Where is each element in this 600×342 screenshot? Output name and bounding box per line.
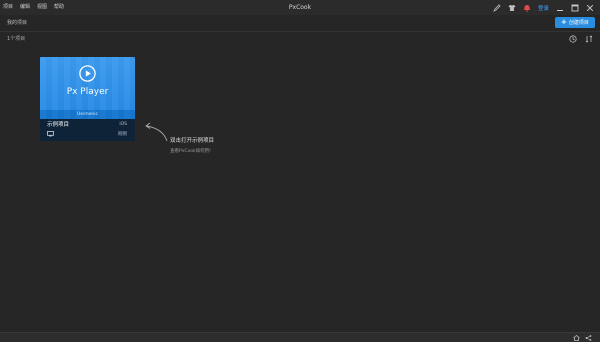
play-icon	[79, 65, 96, 82]
clock-icon[interactable]	[569, 35, 577, 43]
plus-icon: +	[561, 18, 567, 26]
title-bar: 项目 编辑 视图 帮助 PxCook 登录	[0, 0, 600, 15]
brand-bar: Ueimenic	[40, 110, 135, 119]
sort-icon[interactable]	[585, 35, 593, 43]
close-icon[interactable]	[586, 4, 594, 12]
hint-subtitle: 查看PxCook如何用!	[170, 149, 211, 154]
maximize-icon[interactable]	[571, 4, 579, 12]
product-name: Px Player	[66, 87, 109, 97]
project-info: 示例项目 iOS 刚刚	[40, 119, 135, 141]
status-bar	[0, 332, 600, 342]
new-project-button[interactable]: + 创建项目	[555, 17, 595, 28]
login-link[interactable]: 登录	[538, 4, 549, 12]
project-count: 1个项目	[7, 36, 26, 42]
page-title: 我的项目	[7, 20, 28, 26]
menu-bar: 项目 编辑 视图 帮助	[3, 2, 64, 12]
menu-item-help[interactable]: 帮助	[54, 2, 64, 12]
monitor-icon	[47, 131, 54, 137]
brand-name: Ueimenic	[76, 112, 99, 117]
project-platform: iOS	[119, 122, 127, 127]
shirt-icon[interactable]	[508, 4, 516, 12]
pen-icon[interactable]	[493, 3, 501, 12]
project-modified-time: 刚刚	[118, 132, 127, 137]
menu-item-edit[interactable]: 编辑	[20, 2, 30, 12]
home-icon[interactable]	[573, 335, 580, 341]
menu-item-project[interactable]: 项目	[3, 2, 13, 12]
toolbar-icons	[569, 35, 593, 43]
share-icon[interactable]	[585, 335, 592, 341]
new-project-label: 创建项目	[568, 20, 589, 26]
minimize-icon[interactable]	[556, 4, 564, 12]
project-toolbar: 1个项目	[0, 32, 600, 45]
project-name: 示例项目	[47, 122, 70, 128]
project-card[interactable]: Px Player Ueimenic 示例项目 iOS 刚刚	[40, 57, 135, 141]
status-icons	[573, 335, 592, 341]
menu-item-view[interactable]: 视图	[37, 2, 47, 12]
hint-title: 双击打开示例项目	[170, 138, 215, 144]
bell-icon[interactable]	[523, 4, 531, 12]
title-bar-controls: 登录	[493, 2, 594, 13]
page-header: 我的项目	[0, 15, 600, 30]
project-thumbnail: Px Player Ueimenic	[40, 57, 135, 119]
curved-arrow-icon	[145, 122, 168, 142]
